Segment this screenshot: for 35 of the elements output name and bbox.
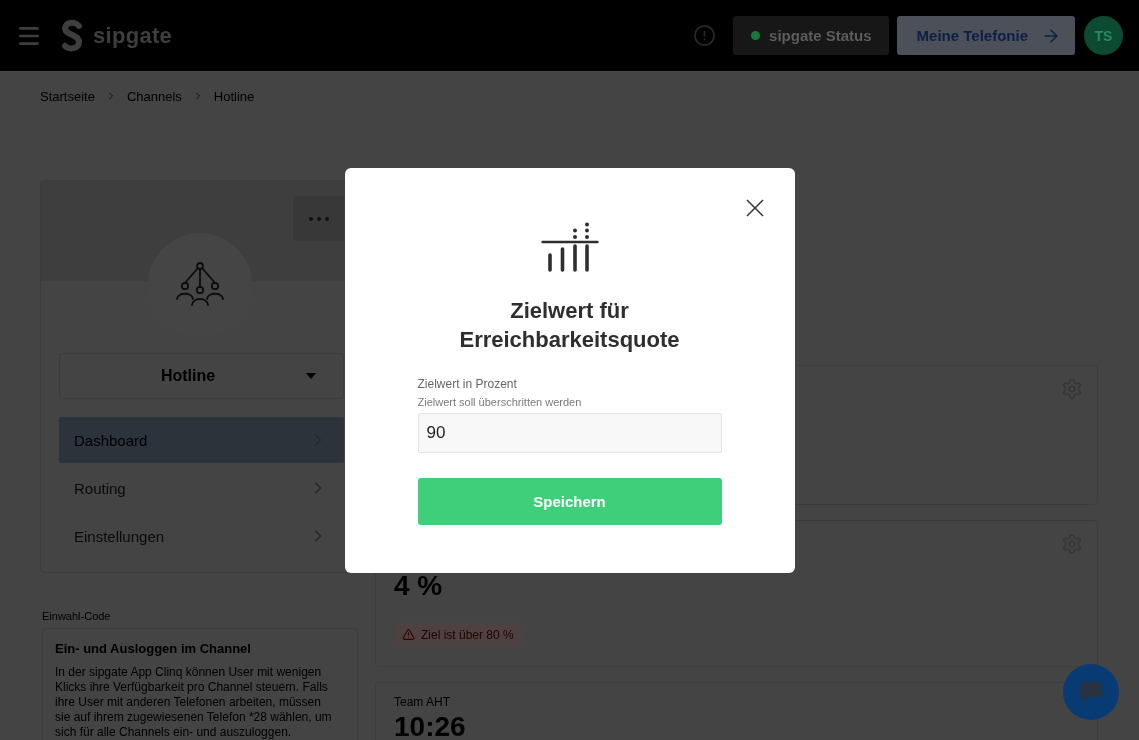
warning-icon	[402, 628, 415, 641]
breadcrumb-link[interactable]: Channels	[126, 88, 182, 104]
user-avatar[interactable]: TS	[1084, 16, 1123, 55]
alert-button[interactable]	[693, 24, 717, 47]
ellipsis-icon	[308, 216, 329, 221]
nav-item[interactable]: Dashboard	[59, 417, 344, 463]
channel-dropdown[interactable]: Hotline	[59, 353, 344, 399]
logo-icon	[61, 19, 83, 52]
status-dot-icon	[751, 31, 761, 40]
breadcrumb-link[interactable]: Hotline	[213, 88, 255, 104]
breadcrumb-link[interactable]: Startseite	[40, 88, 95, 104]
more-button[interactable]	[293, 196, 344, 241]
save-button[interactable]: Speichern	[417, 477, 722, 525]
network-people-icon	[176, 262, 224, 308]
section-label: Einwahl-Code	[42, 609, 112, 623]
input-field[interactable]: 90	[417, 412, 722, 453]
info-card-text: In der sipgate App Clinq können User mit wenigen Klicks ihre Verfügbarkeit pro Channel steuern. Falls ihre User mit anderen Telefonen arbeiten, müssen sie auf ihrem zugewiesenen Telefon *28 wählen, um sich für alle Channels ein- und auszuloggen.	[55, 665, 333, 740]
bar-chart-icon	[540, 220, 599, 273]
info-card-title: Ein- und Ausloggen im Channel	[55, 642, 252, 656]
field-hint: Zielwert soll überschritten werden	[417, 394, 582, 410]
status-button[interactable]: sipgate Status	[733, 16, 889, 55]
caret-down-icon	[306, 373, 316, 379]
metric-value: 4 %	[394, 572, 443, 600]
close-icon	[745, 198, 764, 217]
logo-text: sipgate	[93, 22, 173, 49]
modal-title: Zielwert für Erreichbarkeitsquote	[458, 296, 681, 354]
chat-button[interactable]	[1063, 664, 1119, 720]
close-button[interactable]	[745, 198, 764, 217]
exclamation-circle-icon	[693, 24, 717, 47]
speech-bubble-icon	[1079, 681, 1103, 703]
primary-button[interactable]: Meine Telefonie	[896, 16, 1075, 55]
metric-title: Team AHT	[394, 695, 450, 709]
metric-value: 10:26	[394, 713, 466, 740]
warning-text: Ziel ist über 80 %	[421, 627, 514, 642]
field-label: Zielwert in Prozent	[417, 376, 517, 392]
